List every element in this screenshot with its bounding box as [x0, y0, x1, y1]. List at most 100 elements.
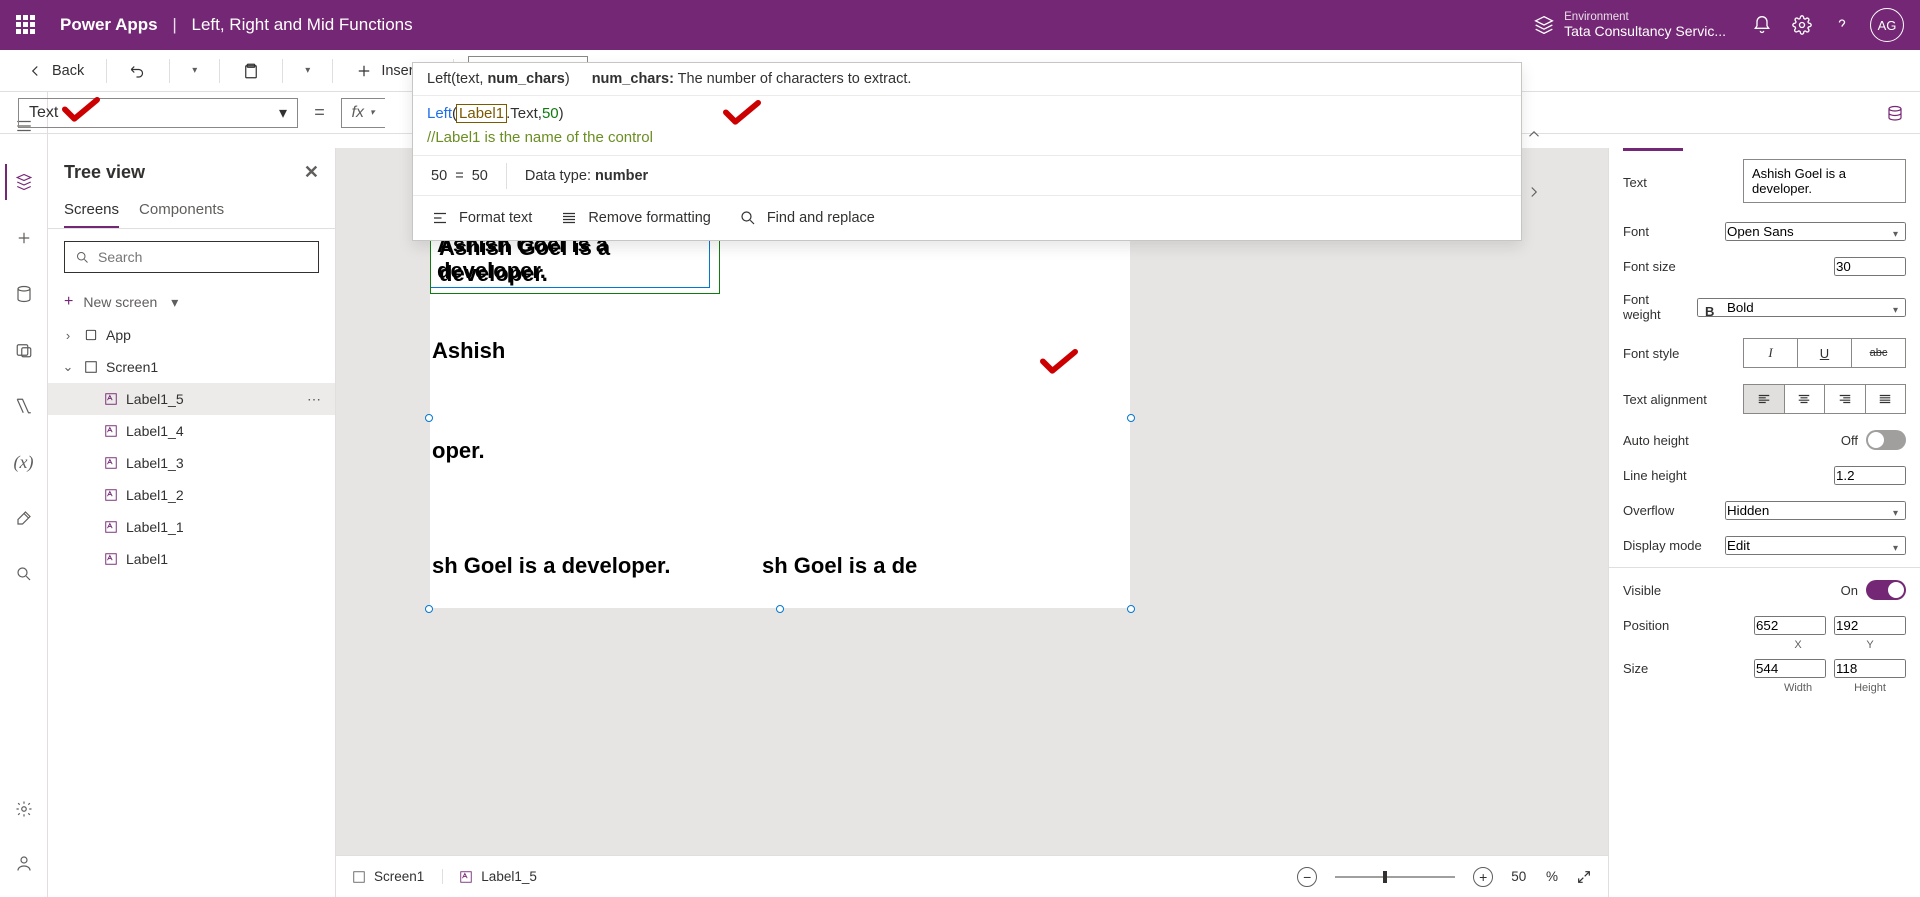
- search-rail-icon[interactable]: [6, 556, 42, 592]
- tree-node-more-icon[interactable]: ⋯: [307, 391, 323, 408]
- properties-panel: Text Font ▾ Font size Font weight B ▾ Fo…: [1608, 148, 1920, 897]
- canvas-label[interactable]: sh Goel is a de: [762, 553, 917, 579]
- prop-displaymode-select[interactable]: [1725, 536, 1906, 555]
- paste-dropdown[interactable]: ▾: [297, 55, 318, 87]
- insert-rail-icon[interactable]: [6, 220, 42, 256]
- align-left-button[interactable]: [1743, 384, 1785, 414]
- tree-view-icon[interactable]: [5, 164, 41, 200]
- tree-node-label[interactable]: Label1_3: [48, 447, 335, 479]
- data-rail-icon[interactable]: [6, 276, 42, 312]
- help-icon[interactable]: [1822, 5, 1862, 45]
- tree-node-label[interactable]: Label1_5 ⋯: [48, 383, 335, 415]
- app-title: Power Apps | Left, Right and Mid Functio…: [60, 15, 413, 35]
- prop-style-label: Font style: [1623, 346, 1733, 361]
- formula-intellisense: Left(text, num_chars) num_chars: The num…: [412, 62, 1522, 241]
- tree-node-label[interactable]: Label1_1: [48, 511, 335, 543]
- canvas-label[interactable]: oper.: [432, 438, 485, 464]
- align-justify-button[interactable]: [1865, 384, 1907, 414]
- notifications-icon[interactable]: [1742, 5, 1782, 45]
- back-button[interactable]: Back: [18, 55, 92, 87]
- tools-rail-icon[interactable]: [6, 500, 42, 536]
- find-replace-button[interactable]: Find and replace: [739, 209, 875, 227]
- settings-icon[interactable]: [1782, 5, 1822, 45]
- zoom-in-button[interactable]: +: [1473, 867, 1493, 887]
- strikethrough-button[interactable]: abc: [1851, 338, 1906, 368]
- new-screen-button[interactable]: + New screen ▾: [48, 285, 335, 319]
- fx-button[interactable]: fx▾: [341, 98, 385, 128]
- underline-button[interactable]: U: [1797, 338, 1852, 368]
- prop-lineheight-label: Line height: [1623, 468, 1733, 483]
- tree-search-input[interactable]: [64, 241, 319, 273]
- user-avatar[interactable]: AG: [1870, 8, 1904, 42]
- prop-fontsize-label: Font size: [1623, 259, 1733, 274]
- resize-handle[interactable]: [776, 605, 784, 613]
- canvas-label[interactable]: sh Goel is a developer.: [432, 553, 670, 579]
- paste-button[interactable]: [234, 55, 268, 87]
- media-rail-icon[interactable]: [6, 332, 42, 368]
- breadcrumb-control[interactable]: Label1_5: [442, 869, 537, 884]
- prop-position-x-input[interactable]: [1754, 616, 1826, 635]
- resize-handle[interactable]: [1127, 605, 1135, 613]
- variables-rail-icon[interactable]: (x): [6, 444, 42, 480]
- close-tree-icon[interactable]: ✕: [304, 162, 319, 183]
- formula-result: 50 = 50: [413, 168, 506, 184]
- resize-handle[interactable]: [1127, 414, 1135, 422]
- fit-screen-button[interactable]: [1576, 869, 1592, 885]
- prop-visible-label: Visible: [1623, 583, 1661, 598]
- remove-formatting-button[interactable]: Remove formatting: [560, 209, 711, 227]
- format-text-button[interactable]: Format text: [431, 209, 532, 227]
- formula-datatype: Data type: number: [507, 168, 666, 184]
- flows-rail-icon[interactable]: [6, 388, 42, 424]
- prop-position-y-input[interactable]: [1834, 616, 1906, 635]
- resize-handle[interactable]: [425, 605, 433, 613]
- zoom-out-button[interactable]: −: [1297, 867, 1317, 887]
- expand-formula-icon[interactable]: [1523, 123, 1545, 145]
- tree-node-app[interactable]: › App: [48, 319, 335, 351]
- next-result-icon[interactable]: [1523, 181, 1545, 203]
- align-center-button[interactable]: [1784, 384, 1826, 414]
- italic-button[interactable]: I: [1743, 338, 1798, 368]
- prop-text-input[interactable]: [1743, 159, 1906, 203]
- prop-fontsize-input[interactable]: [1834, 257, 1906, 276]
- formula-code[interactable]: Left(Label1.Text,50) //Label1 is the nam…: [413, 96, 1521, 156]
- formula-signature: Left(text, num_chars) num_chars: The num…: [413, 63, 1521, 96]
- tree-node-screen1[interactable]: ⌄ Screen1: [48, 351, 335, 383]
- prop-lineheight-input[interactable]: [1834, 466, 1906, 485]
- tree-node-label[interactable]: Label1_2: [48, 479, 335, 511]
- prop-text-label: Text: [1623, 175, 1733, 190]
- tab-screens[interactable]: Screens: [64, 197, 119, 228]
- resize-handle[interactable]: [425, 414, 433, 422]
- prop-align-label: Text alignment: [1623, 392, 1733, 407]
- tree-node-label[interactable]: Label1_4: [48, 415, 335, 447]
- annotation-checkmark-icon: [62, 96, 100, 124]
- visible-toggle[interactable]: [1866, 580, 1906, 600]
- env-value: Tata Consultancy Servic...: [1564, 24, 1726, 39]
- environment-picker[interactable]: Environment Tata Consultancy Servic...: [1534, 11, 1726, 39]
- annotation-checkmark-icon: [723, 99, 761, 127]
- waffle-icon[interactable]: [16, 15, 36, 35]
- prop-weight-select[interactable]: [1697, 298, 1906, 317]
- autoheight-toggle[interactable]: [1866, 430, 1906, 450]
- align-right-button[interactable]: [1824, 384, 1866, 414]
- undo-dropdown[interactable]: ▾: [184, 55, 205, 87]
- canvas-area[interactable]: Ashish Goel is a developer. Ashish Ashis…: [336, 148, 1608, 855]
- undo-button[interactable]: [121, 55, 155, 87]
- prop-size-w-input[interactable]: [1754, 659, 1826, 678]
- settings-rail-icon[interactable]: [6, 791, 42, 827]
- tab-components[interactable]: Components: [139, 197, 224, 228]
- file-title: Left, Right and Mid Functions: [192, 15, 413, 34]
- prop-size-h-input[interactable]: [1834, 659, 1906, 678]
- zoom-value: 50 %: [1511, 869, 1558, 884]
- prop-font-select[interactable]: [1725, 222, 1906, 241]
- env-label: Environment: [1564, 11, 1726, 24]
- prop-overflow-select[interactable]: [1725, 501, 1906, 520]
- breadcrumb-screen[interactable]: Screen1: [352, 869, 424, 884]
- prop-font-label: Font: [1623, 224, 1715, 239]
- canvas-label[interactable]: Ashish: [432, 338, 505, 364]
- prop-autoheight-label: Auto height: [1623, 433, 1689, 448]
- tree-node-label[interactable]: Label1: [48, 543, 335, 575]
- virtual-agent-icon[interactable]: [6, 845, 42, 881]
- app-name: Power Apps: [60, 15, 158, 34]
- property-selector[interactable]: Text ▾: [18, 98, 298, 128]
- zoom-slider[interactable]: [1335, 876, 1455, 878]
